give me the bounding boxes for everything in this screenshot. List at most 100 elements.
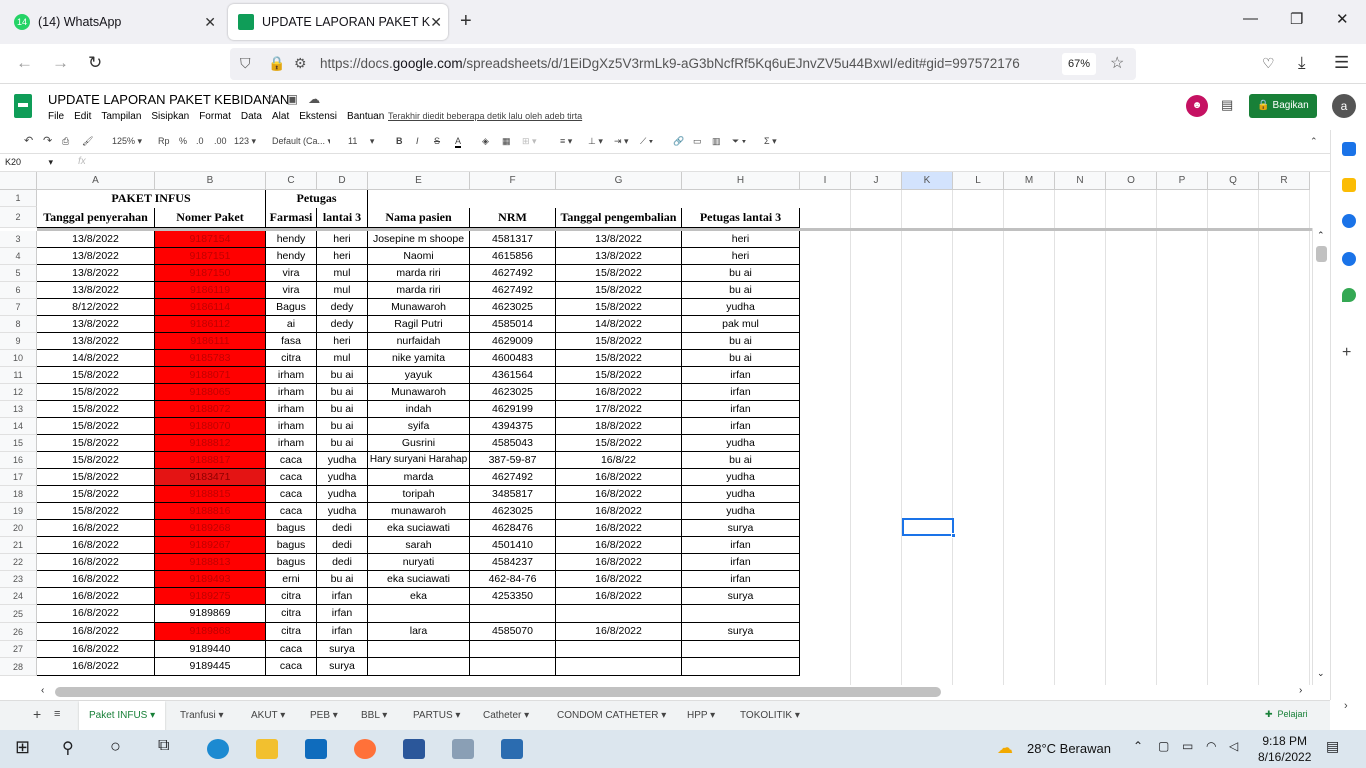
table-cell[interactable]: 13/8/2022 [37, 282, 155, 299]
table-cell[interactable]: 14/8/2022 [556, 316, 682, 333]
table-cell[interactable]: 16/8/2022 [556, 588, 682, 605]
vertical-scrollbar[interactable]: ⌃ ⌄ [1312, 228, 1330, 685]
table-cell[interactable]: 16/8/2022 [556, 469, 682, 486]
table-cell[interactable]: mul [317, 350, 368, 367]
tab-paket-infus[interactable]: Paket INFUS ▾ [79, 701, 166, 730]
edge-icon[interactable] [207, 739, 229, 759]
column-header-o[interactable]: O [1106, 172, 1157, 190]
package-number-cell[interactable]: 9189445 [155, 658, 266, 676]
table-cell[interactable]: irfan [682, 367, 800, 384]
table-cell[interactable]: 15/8/2022 [556, 299, 682, 316]
table-cell[interactable]: 4623025 [470, 299, 556, 316]
table-cell[interactable] [556, 605, 682, 623]
tab-tokolitik[interactable]: TOKOLITIK ▾ [740, 710, 800, 721]
table-cell[interactable]: marda [368, 469, 470, 486]
table-cell[interactable]: dedy [317, 299, 368, 316]
table-cell[interactable]: citra [266, 623, 317, 641]
tab-condom-catheter[interactable]: CONDOM CATHETER ▾ [557, 710, 666, 721]
table-cell[interactable]: yudha [682, 486, 800, 503]
all-sheets-icon[interactable]: ≡ [54, 708, 60, 720]
table-cell[interactable]: Hary suryani Harahap [368, 452, 470, 469]
table-cell[interactable]: irfan [682, 537, 800, 554]
table-cell[interactable]: yudha [682, 435, 800, 452]
table-cell[interactable]: 16/8/2022 [556, 520, 682, 537]
table-cell[interactable]: 15/8/2022 [556, 435, 682, 452]
row-header[interactable]: 19 [0, 503, 37, 520]
package-number-cell[interactable]: 9188072 [155, 401, 266, 418]
table-cell[interactable]: caca [266, 469, 317, 486]
table-cell[interactable]: irham [266, 367, 317, 384]
name-box[interactable]: K20 ▾ [5, 157, 53, 168]
row-header[interactable]: 15 [0, 435, 37, 452]
package-number-cell[interactable]: 9189275 [155, 588, 266, 605]
doc-title[interactable]: UPDATE LAPORAN PAKET KEBIDANAN [48, 92, 289, 107]
row-header[interactable]: 12 [0, 384, 37, 401]
table-cell[interactable]: caca [266, 658, 317, 676]
table-cell[interactable]: 4501410 [470, 537, 556, 554]
table-cell[interactable]: Munawaroh [368, 299, 470, 316]
file-explorer-icon[interactable] [256, 739, 278, 759]
package-number-cell[interactable]: 9189868 [155, 623, 266, 641]
package-number-cell[interactable]: 9188813 [155, 554, 266, 571]
table-cell[interactable]: nurfaidah [368, 333, 470, 350]
table-cell[interactable]: yudha [317, 503, 368, 520]
row-header[interactable]: 21 [0, 537, 37, 554]
tab-hpp[interactable]: HPP ▾ [687, 710, 715, 721]
borders-icon[interactable]: ▦ [502, 136, 511, 147]
table-cell[interactable]: mul [317, 265, 368, 282]
table-cell[interactable]: 13/8/2022 [556, 248, 682, 265]
table-cell[interactable]: bu ai [682, 282, 800, 299]
column-header-e[interactable]: E [368, 172, 470, 190]
table-cell[interactable]: 15/8/2022 [37, 503, 155, 520]
package-number-cell[interactable]: 9188815 [155, 486, 266, 503]
empty-column[interactable] [1157, 190, 1208, 685]
row-header[interactable]: 20 [0, 520, 37, 537]
menu-insert[interactable]: Sisipkan [151, 111, 189, 122]
empty-column[interactable] [1208, 190, 1259, 685]
weather-text[interactable]: 28°C Berawan [1027, 741, 1111, 756]
table-cell[interactable]: 16/8/2022 [37, 605, 155, 623]
table-cell[interactable]: 15/8/2022 [556, 350, 682, 367]
table-cell[interactable]: 4585043 [470, 435, 556, 452]
scroll-down-icon[interactable]: ⌄ [1317, 668, 1325, 679]
scroll-left-icon[interactable]: ‹ [41, 685, 44, 696]
table-cell[interactable]: 16/8/22 [556, 452, 682, 469]
table-cell[interactable]: heri [682, 231, 800, 248]
zoom-select[interactable]: 125% ▾ [112, 136, 142, 147]
table-cell[interactable]: yudha [682, 299, 800, 316]
volume-icon[interactable]: ◁ [1229, 739, 1238, 753]
text-rotation-icon[interactable]: ⟋ ▾ [640, 136, 653, 147]
table-cell[interactable]: Josepine m shoope [368, 231, 470, 248]
table-cell[interactable]: 15/8/2022 [37, 401, 155, 418]
task-view-icon[interactable]: ⧉ [158, 737, 169, 755]
table-cell[interactable]: yudha [317, 486, 368, 503]
more-formats-select[interactable]: 123 ▾ [234, 136, 256, 147]
table-cell[interactable]: irfan [682, 401, 800, 418]
column-header-h[interactable]: H [682, 172, 800, 190]
table-cell[interactable]: 4585070 [470, 623, 556, 641]
get-addons-icon[interactable]: + [1342, 344, 1351, 362]
table-cell[interactable]: sarah [368, 537, 470, 554]
table-cell[interactable]: surya [317, 641, 368, 658]
table-cell[interactable]: 15/8/2022 [556, 265, 682, 282]
table-cell[interactable]: citra [266, 350, 317, 367]
package-number-cell[interactable]: 9188816 [155, 503, 266, 520]
table-cell[interactable]: 16/8/2022 [556, 571, 682, 588]
vertical-scroll-thumb[interactable] [1316, 246, 1327, 262]
last-edit-link[interactable]: Terakhir diedit beberapa detik lalu oleh… [388, 111, 582, 121]
column-header-d[interactable]: D [317, 172, 368, 190]
table-cell[interactable]: dedy [317, 316, 368, 333]
tab-partus[interactable]: PARTUS ▾ [413, 710, 460, 721]
table-cell[interactable]: 15/8/2022 [556, 282, 682, 299]
table-cell[interactable]: 4623025 [470, 503, 556, 520]
table-cell[interactable]: 13/8/2022 [37, 333, 155, 350]
fill-color-icon[interactable]: ◈ [482, 136, 489, 147]
font-select[interactable]: Default (Ca... ▾ [272, 136, 330, 147]
table-cell[interactable]: irfan [682, 384, 800, 401]
show-side-panel-icon[interactable]: › [1344, 700, 1348, 712]
package-number-cell[interactable]: 9186111 [155, 333, 266, 350]
collaborator-avatar[interactable]: ☻ [1186, 95, 1208, 117]
table-cell[interactable]: 17/8/2022 [556, 401, 682, 418]
table-cell[interactable]: 15/8/2022 [37, 418, 155, 435]
table-cell[interactable]: eka suciawati [368, 571, 470, 588]
